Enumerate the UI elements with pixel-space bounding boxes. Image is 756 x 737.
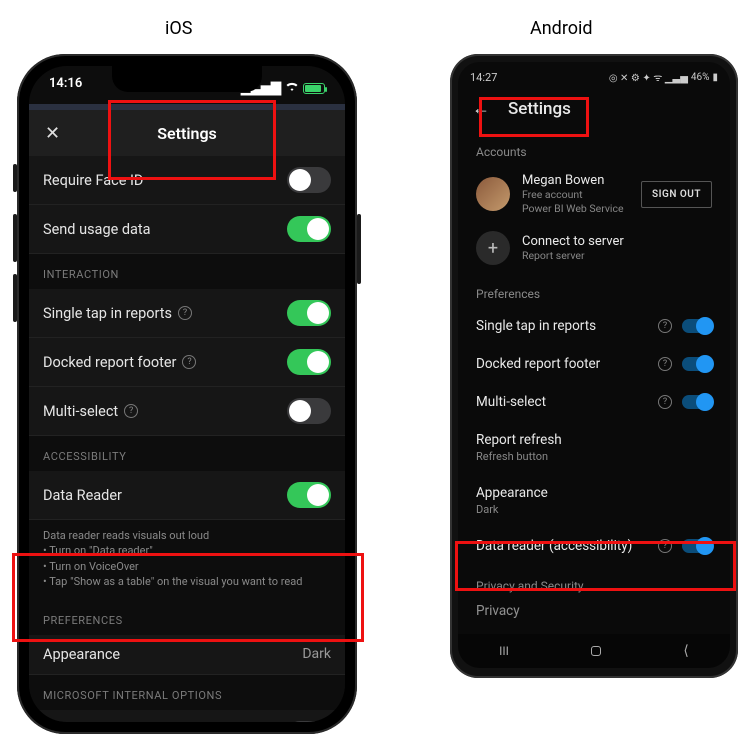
status-icons: ◎ ✕ ⚙ ✦ ᯤ ▁▃▅ xyxy=(609,70,688,84)
iphone-notch xyxy=(112,66,262,92)
row-send-usage[interactable]: Send usage data xyxy=(29,205,345,254)
account-name: Megan Bowen xyxy=(522,173,629,188)
help-icon[interactable]: ? xyxy=(658,539,672,553)
row-label: Single tap in reports xyxy=(476,318,596,334)
connect-sub: Report server xyxy=(522,249,712,263)
row-data-reader[interactable]: Data reader (accessibility) ? xyxy=(458,527,730,565)
toggle-single-tap[interactable] xyxy=(287,300,331,326)
platform-label-android: Android xyxy=(530,18,593,39)
row-appearance[interactable]: Appearance Dark xyxy=(458,474,730,527)
help-icon[interactable]: ? xyxy=(124,404,138,418)
plus-icon: + xyxy=(476,231,510,265)
account-sub: Power BI Web Service xyxy=(522,202,629,216)
toggle-single-tap[interactable] xyxy=(682,319,712,333)
toggle-multi-select[interactable] xyxy=(287,398,331,424)
row-single-tap[interactable]: Single tap in reports ? xyxy=(458,307,730,345)
nav-back-icon[interactable]: ⟨ xyxy=(683,643,688,659)
row-label: Send usage data xyxy=(43,221,151,238)
android-status-bar: 14:27 ◎ ✕ ⚙ ✦ ᯤ ▁▃▅ 46% ▮ xyxy=(458,62,730,88)
toggle-docked-footer[interactable] xyxy=(287,349,331,375)
row-require-faceid[interactable]: Require Face ID xyxy=(29,156,345,205)
account-sub: Free account xyxy=(522,188,629,202)
help-icon[interactable]: ? xyxy=(182,355,196,369)
wifi-icon xyxy=(285,81,299,96)
android-settings-header: ← Settings xyxy=(458,88,730,131)
help-icon[interactable]: ? xyxy=(178,306,192,320)
section-privacy: Privacy and Security xyxy=(458,565,730,599)
row-report-refresh[interactable]: Report refresh Refresh button xyxy=(458,421,730,474)
battery-icon: ▮ xyxy=(712,72,718,83)
row-label: Multi-select ? xyxy=(43,403,138,420)
row-label: Docked report footer xyxy=(476,356,600,372)
toggle-multi-select[interactable] xyxy=(682,395,712,409)
row-sub: Refresh button xyxy=(476,450,562,463)
connect-server-row[interactable]: + Connect to server Report server xyxy=(458,223,730,273)
page-title: Settings xyxy=(508,99,571,119)
android-screen: 14:27 ◎ ✕ ⚙ ✦ ᯤ ▁▃▅ 46% ▮ ← Settings Acc… xyxy=(458,62,730,668)
connect-title: Connect to server xyxy=(522,234,712,249)
appearance-value: Dark xyxy=(302,646,331,662)
ios-screen: 14:16 ▁▃▅▇ ✕ Settings Require Face ID Se… xyxy=(29,66,345,722)
iphone-frame: 14:16 ▁▃▅▇ ✕ Settings Require Face ID Se… xyxy=(17,54,357,734)
section-interaction: INTERACTION xyxy=(29,254,345,289)
close-icon[interactable]: ✕ xyxy=(45,123,60,144)
battery-icon xyxy=(303,83,325,94)
help-icon[interactable]: ? xyxy=(658,357,672,371)
platform-label-ios: iOS xyxy=(165,18,192,39)
toggle-require-faceid[interactable] xyxy=(287,167,331,193)
row-label: Require Face ID xyxy=(43,172,143,189)
toggle-docked-footer[interactable] xyxy=(682,357,712,371)
row-docked-footer[interactable]: Docked report footer ? xyxy=(29,338,345,387)
ios-clock: 14:16 xyxy=(49,76,82,100)
back-icon[interactable]: ← xyxy=(472,98,490,119)
nav-home-icon[interactable] xyxy=(591,646,601,656)
row-privacy[interactable]: Privacy xyxy=(458,599,730,630)
row-label: Multi-select xyxy=(476,394,546,410)
nav-recent-icon[interactable]: III xyxy=(499,644,509,658)
row-multi-select[interactable]: Multi-select ? xyxy=(458,383,730,421)
row-label: Docked report footer ? xyxy=(43,354,196,371)
section-accounts: Accounts xyxy=(458,131,730,165)
section-internal: MICROSOFT INTERNAL OPTIONS xyxy=(29,675,345,710)
battery-text: 46% xyxy=(691,72,710,83)
row-docked-footer[interactable]: Docked report footer ? xyxy=(458,345,730,383)
page-title: Settings xyxy=(29,124,345,143)
row-multi-select[interactable]: Multi-select ? xyxy=(29,387,345,436)
android-frame: 14:27 ◎ ✕ ⚙ ✦ ᯤ ▁▃▅ 46% ▮ ← Settings Acc… xyxy=(450,54,738,678)
toggle-data-reader[interactable] xyxy=(287,482,331,508)
toggle-data-reader[interactable] xyxy=(682,539,712,553)
row-label: Data reader (accessibility) xyxy=(476,538,632,554)
sign-out-button[interactable]: SIGN OUT xyxy=(641,181,712,208)
android-nav-bar: III ⟨ xyxy=(458,634,730,668)
toggle-send-usage[interactable] xyxy=(287,216,331,242)
row-label: Privacy xyxy=(476,603,520,619)
row-label: Single tap in reports ? xyxy=(43,305,192,322)
section-accessibility: ACCESSIBILITY xyxy=(29,436,345,471)
row-appearance[interactable]: Appearance Dark xyxy=(29,635,345,675)
avatar xyxy=(476,177,510,211)
appearance-value: Dark xyxy=(476,503,548,516)
row-enable-logging[interactable]: Enable logging to local files xyxy=(29,710,345,722)
row-data-reader[interactable]: Data Reader xyxy=(29,471,345,520)
row-single-tap[interactable]: Single tap in reports ? xyxy=(29,289,345,338)
row-label: Data Reader xyxy=(43,487,122,504)
account-row[interactable]: Megan Bowen Free account Power BI Web Se… xyxy=(458,165,730,223)
row-label: Appearance xyxy=(476,485,548,501)
section-preferences: PREFERENCES xyxy=(29,600,345,635)
ios-settings-header: ✕ Settings xyxy=(29,104,345,156)
data-reader-help: Data reader reads visuals out loud • Tur… xyxy=(29,520,345,600)
row-label: Appearance xyxy=(43,646,120,663)
help-icon[interactable]: ? xyxy=(658,395,672,409)
row-label: Report refresh xyxy=(476,432,562,448)
android-clock: 14:27 xyxy=(470,71,497,84)
toggle-enable-logging[interactable] xyxy=(287,721,331,722)
help-icon[interactable]: ? xyxy=(658,319,672,333)
section-preferences: Preferences xyxy=(458,273,730,307)
